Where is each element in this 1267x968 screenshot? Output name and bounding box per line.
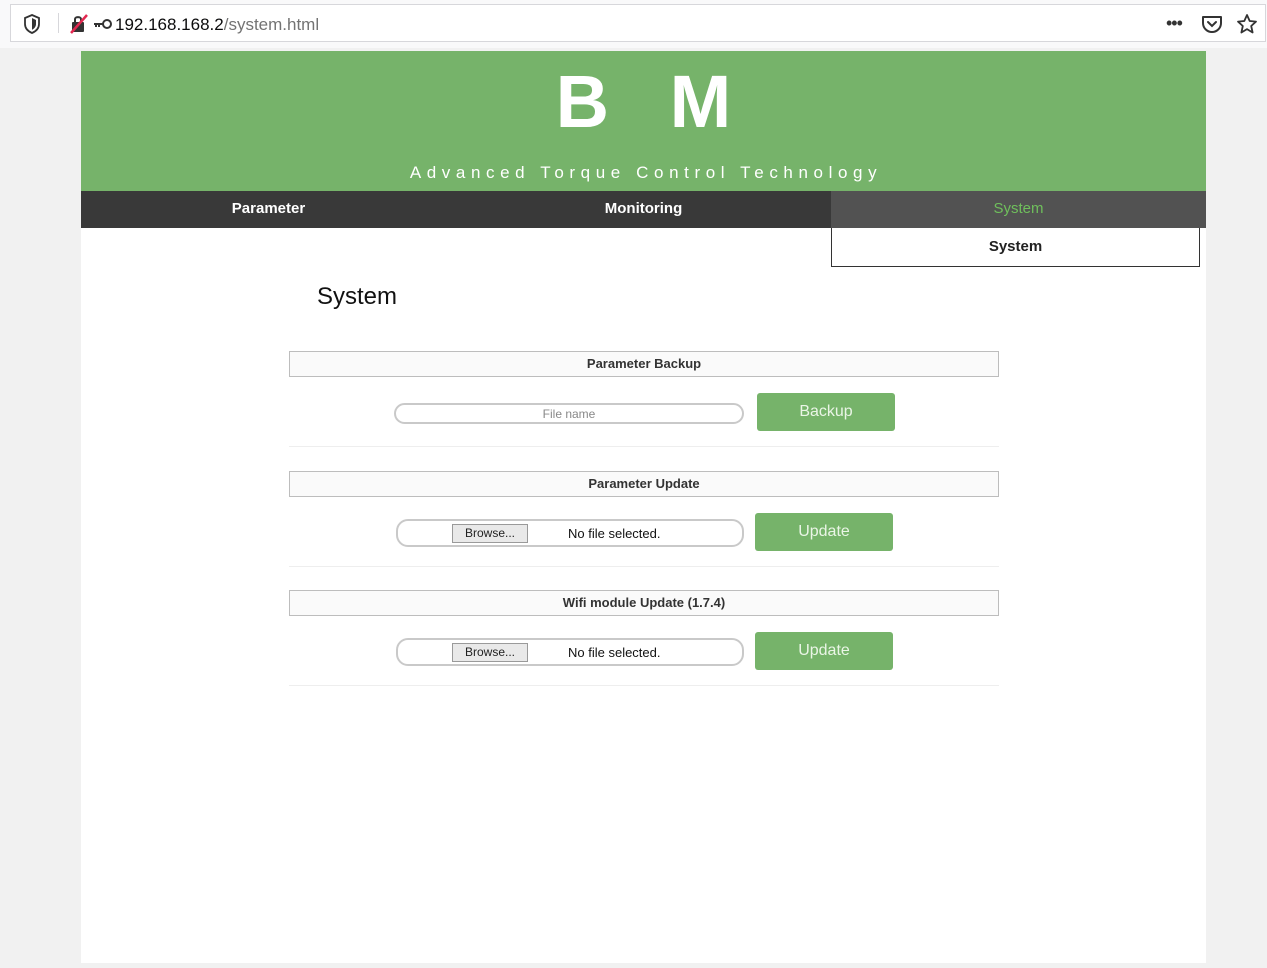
nav-item-parameter[interactable]: Parameter bbox=[81, 191, 456, 228]
more-icon[interactable]: ••• bbox=[1166, 13, 1183, 34]
file-name-input[interactable] bbox=[394, 403, 744, 424]
pocket-icon[interactable] bbox=[1201, 14, 1223, 39]
section-heading: Wifi module Update (1.7.4) bbox=[289, 590, 999, 616]
wifi-file-input[interactable]: Browse... No file selected. bbox=[396, 638, 744, 666]
site-header: B M Advanced Torque Control Technology bbox=[81, 51, 1206, 191]
logo: B M bbox=[555, 60, 752, 143]
section-divider bbox=[289, 685, 999, 686]
url-path: /system.html bbox=[223, 15, 320, 34]
browser-toolbar: 192.168.168.2/system.html ••• bbox=[0, 0, 1267, 48]
file-status: No file selected. bbox=[568, 526, 661, 541]
bookmark-star-icon[interactable] bbox=[1236, 13, 1258, 40]
section-divider bbox=[289, 446, 999, 447]
insecure-connection-icon[interactable] bbox=[69, 14, 89, 39]
nav-item-monitoring[interactable]: Monitoring bbox=[456, 191, 831, 228]
main-nav: Parameter Monitoring System bbox=[81, 191, 1206, 228]
wifi-update-section: Wifi module Update (1.7.4) Browse... No … bbox=[289, 590, 999, 686]
file-status: No file selected. bbox=[568, 645, 661, 660]
browse-button[interactable]: Browse... bbox=[452, 643, 528, 662]
section-heading: Parameter Update bbox=[289, 471, 999, 497]
page-title: System bbox=[317, 283, 398, 310]
toolbar-separator bbox=[58, 13, 59, 33]
section-heading: Parameter Backup bbox=[289, 351, 999, 377]
nav-item-system[interactable]: System bbox=[831, 191, 1206, 228]
wifi-update-button[interactable]: Update bbox=[755, 632, 893, 670]
browse-button[interactable]: Browse... bbox=[452, 524, 528, 543]
submenu-item-system[interactable]: System bbox=[831, 228, 1200, 267]
backup-section: Parameter Backup Backup bbox=[289, 351, 999, 447]
shield-icon[interactable] bbox=[23, 14, 41, 39]
backup-button[interactable]: Backup bbox=[757, 393, 895, 431]
url-text[interactable]: 192.168.168.2/system.html bbox=[115, 15, 319, 35]
key-icon[interactable] bbox=[93, 17, 113, 35]
page-container: B M Advanced Torque Control Technology P… bbox=[81, 51, 1206, 963]
address-bar[interactable]: 192.168.168.2/system.html ••• bbox=[10, 4, 1266, 42]
url-host: 192.168.168.2 bbox=[115, 15, 224, 34]
param-file-input[interactable]: Browse... No file selected. bbox=[396, 519, 744, 547]
section-divider bbox=[289, 566, 999, 567]
param-update-button[interactable]: Update bbox=[755, 513, 893, 551]
param-update-section: Parameter Update Browse... No file selec… bbox=[289, 471, 999, 567]
tagline: Advanced Torque Control Technology bbox=[409, 163, 883, 182]
